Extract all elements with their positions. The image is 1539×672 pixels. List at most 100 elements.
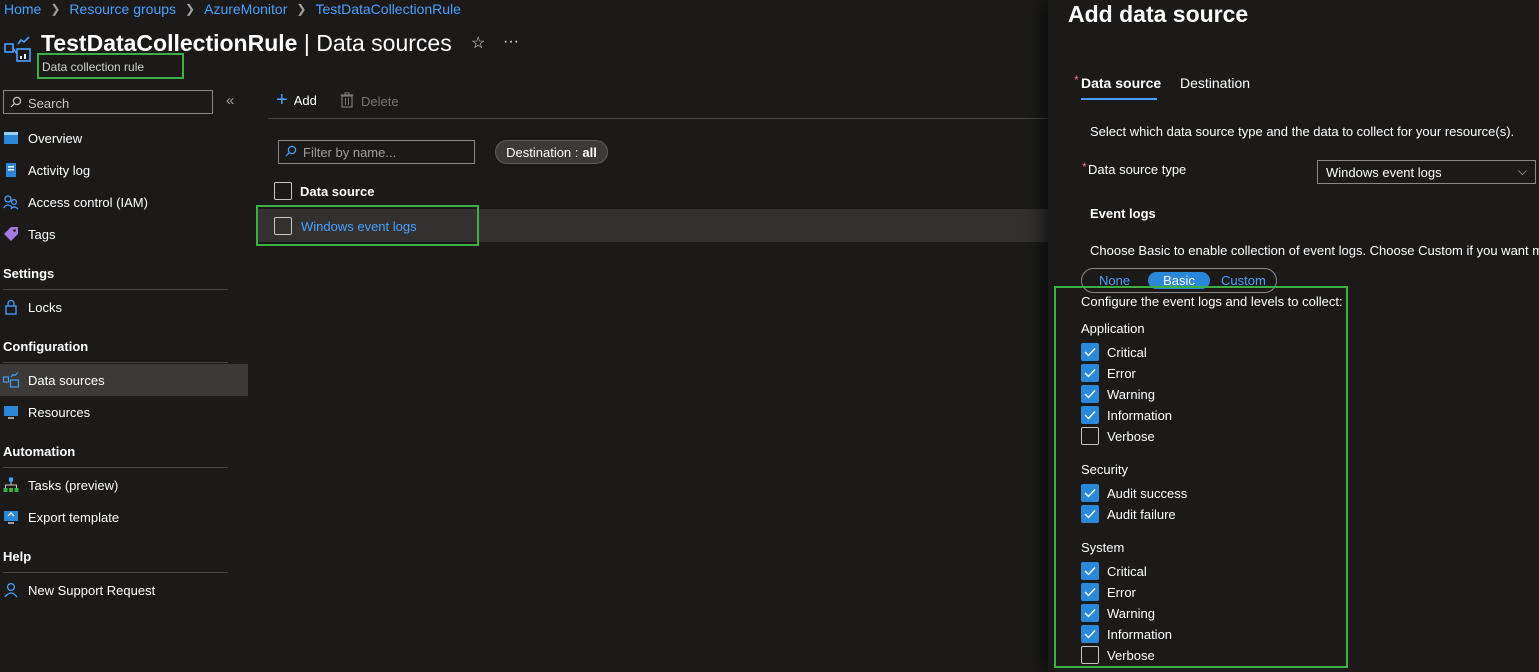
- checkbox-label: Verbose: [1107, 428, 1155, 444]
- level-checkbox-row[interactable]: Information: [1081, 406, 1172, 424]
- level-checkbox-row[interactable]: Critical: [1081, 343, 1147, 361]
- divider: [3, 289, 228, 290]
- people-icon: [3, 194, 19, 210]
- sidebar-item-export-template[interactable]: Export template: [0, 501, 248, 533]
- add-button[interactable]: + Add: [276, 89, 317, 111]
- filter-input[interactable]: Filter by name...: [278, 140, 475, 164]
- select-all-checkbox[interactable]: [274, 182, 292, 200]
- destination-filter-pill[interactable]: Destination : all: [495, 140, 608, 164]
- checked-checkbox[interactable]: [1081, 484, 1099, 502]
- sidebar-item-tags[interactable]: Tags: [0, 218, 248, 250]
- level-checkbox-row[interactable]: Audit failure: [1081, 505, 1176, 523]
- level-checkbox-row[interactable]: Verbose: [1081, 646, 1155, 664]
- sidebar-item-activity-log[interactable]: Activity log: [0, 154, 248, 186]
- checkbox-label: Error: [1107, 365, 1136, 381]
- more-options-icon[interactable]: ···: [503, 33, 519, 51]
- add-label: Add: [293, 92, 317, 108]
- checked-checkbox[interactable]: [1081, 364, 1099, 382]
- checked-checkbox[interactable]: [1081, 583, 1099, 601]
- delete-button[interactable]: Delete: [340, 92, 399, 111]
- breadcrumb-azuremonitor[interactable]: AzureMonitor: [204, 1, 287, 17]
- sidebar-item-locks[interactable]: Locks: [0, 291, 248, 323]
- chevron-right-icon: ❯: [185, 2, 196, 16]
- data-source-type-label: * Data source type: [1082, 160, 1187, 177]
- breadcrumb-home[interactable]: Home: [4, 1, 41, 17]
- overview-icon: [3, 130, 19, 146]
- sidebar-search-input[interactable]: Search: [3, 90, 213, 114]
- group-label-security: Security: [1081, 462, 1128, 477]
- divider: [3, 572, 228, 573]
- checkbox-label: Information: [1107, 407, 1173, 423]
- level-checkbox-row[interactable]: Warning: [1081, 385, 1155, 403]
- checkbox-label: Audit success: [1107, 485, 1188, 501]
- sidebar-item-label: Tasks (preview): [28, 477, 119, 493]
- configure-title: Configure the event logs and levels to c…: [1081, 294, 1343, 309]
- divider: [3, 362, 228, 363]
- level-checkbox-row[interactable]: Error: [1081, 364, 1136, 382]
- checkmark-icon: [1084, 567, 1096, 576]
- breadcrumb: Home ❯ Resource groups ❯ AzureMonitor ❯ …: [4, 1, 461, 17]
- sidebar-item-new-support-request[interactable]: New Support Request: [0, 574, 248, 606]
- checked-checkbox[interactable]: [1081, 343, 1099, 361]
- chevron-right-icon: ❯: [296, 2, 307, 16]
- event-logs-title: Event logs: [1090, 206, 1156, 221]
- level-checkbox-row[interactable]: Information: [1081, 625, 1172, 643]
- tab-data-source[interactable]: * Data source: [1074, 73, 1161, 91]
- level-checkbox-row[interactable]: Audit success: [1081, 484, 1187, 502]
- pill-label: Destination :: [506, 144, 579, 160]
- sidebar-item-overview[interactable]: Overview: [0, 122, 248, 154]
- unchecked-checkbox[interactable]: [1081, 646, 1099, 664]
- unchecked-checkbox[interactable]: [1081, 427, 1099, 445]
- filter-placeholder: Filter by name...: [303, 144, 397, 160]
- chevron-down-icon: ⌵: [1517, 164, 1527, 178]
- level-checkbox-row[interactable]: Critical: [1081, 562, 1147, 580]
- table-header: Data source: [274, 182, 374, 200]
- row-checkbox[interactable]: [274, 217, 292, 235]
- checkbox-label: Warning: [1107, 386, 1155, 402]
- checked-checkbox[interactable]: [1081, 562, 1099, 580]
- breadcrumb-resource-groups[interactable]: Resource groups: [69, 1, 176, 17]
- data-source-link[interactable]: Windows event logs: [301, 219, 417, 234]
- sidebar-item-tasks[interactable]: Tasks (preview): [0, 469, 248, 501]
- monitor-icon: [3, 404, 19, 420]
- checked-checkbox[interactable]: [1081, 406, 1099, 424]
- divider: [3, 467, 228, 468]
- dropdown-value: Windows event logs: [1326, 165, 1442, 180]
- delete-label: Delete: [361, 94, 399, 109]
- breadcrumb-rule[interactable]: TestDataCollectionRule: [315, 1, 461, 17]
- event-logs-description: Choose Basic to enable collection of eve…: [1090, 243, 1539, 258]
- column-header-data-source: Data source: [300, 183, 375, 199]
- checkmark-icon: [1084, 411, 1096, 420]
- page-subtitle: Data collection rule: [37, 53, 184, 79]
- active-tab-underline: [1081, 98, 1157, 100]
- sidebar-item-access-control[interactable]: Access control (IAM): [0, 186, 248, 218]
- sidebar-item-label: New Support Request: [28, 582, 156, 598]
- checkbox-label: Error: [1107, 584, 1136, 600]
- sidebar-item-label: Overview: [28, 130, 83, 146]
- section-automation: Automation: [3, 444, 76, 459]
- plus-icon: +: [276, 89, 288, 111]
- data-sources-icon: [3, 372, 19, 388]
- group-label-application: Application: [1081, 321, 1145, 336]
- checked-checkbox[interactable]: [1081, 385, 1099, 403]
- data-source-type-dropdown[interactable]: Windows event logs ⌵: [1317, 160, 1536, 184]
- collapse-sidebar-icon[interactable]: «: [226, 92, 234, 109]
- level-checkbox-row[interactable]: Warning: [1081, 604, 1155, 622]
- sidebar-item-label: Resources: [28, 404, 91, 420]
- checked-checkbox[interactable]: [1081, 604, 1099, 622]
- pill-value: all: [582, 144, 597, 160]
- toolbar-divider: [268, 118, 1048, 119]
- group-label-system: System: [1081, 540, 1125, 555]
- checkmark-icon: [1084, 369, 1096, 378]
- tab-destination[interactable]: Destination: [1180, 75, 1250, 91]
- sidebar-item-label: Tags: [28, 226, 56, 242]
- star-icon[interactable]: ☆: [471, 33, 485, 53]
- checked-checkbox[interactable]: [1081, 505, 1099, 523]
- support-person-icon: [3, 582, 19, 598]
- sidebar-item-resources[interactable]: Resources: [0, 396, 248, 428]
- sidebar-item-data-sources[interactable]: Data sources: [0, 364, 248, 396]
- level-checkbox-row[interactable]: Error: [1081, 583, 1136, 601]
- level-checkbox-row[interactable]: Verbose: [1081, 427, 1155, 445]
- checked-checkbox[interactable]: [1081, 625, 1099, 643]
- tag-icon: [3, 226, 19, 242]
